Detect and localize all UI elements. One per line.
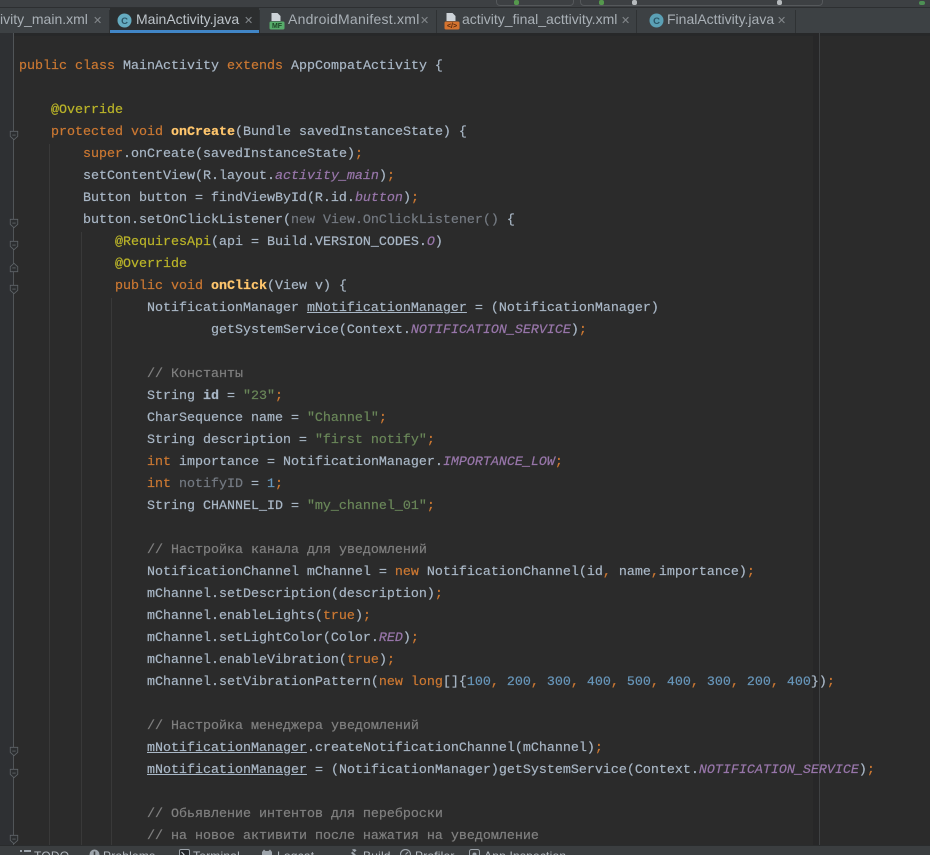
- svg-text:</>: </>: [447, 23, 457, 30]
- svg-text:C: C: [653, 16, 660, 27]
- svg-text:C: C: [121, 16, 128, 27]
- svg-text:MF: MF: [272, 23, 283, 30]
